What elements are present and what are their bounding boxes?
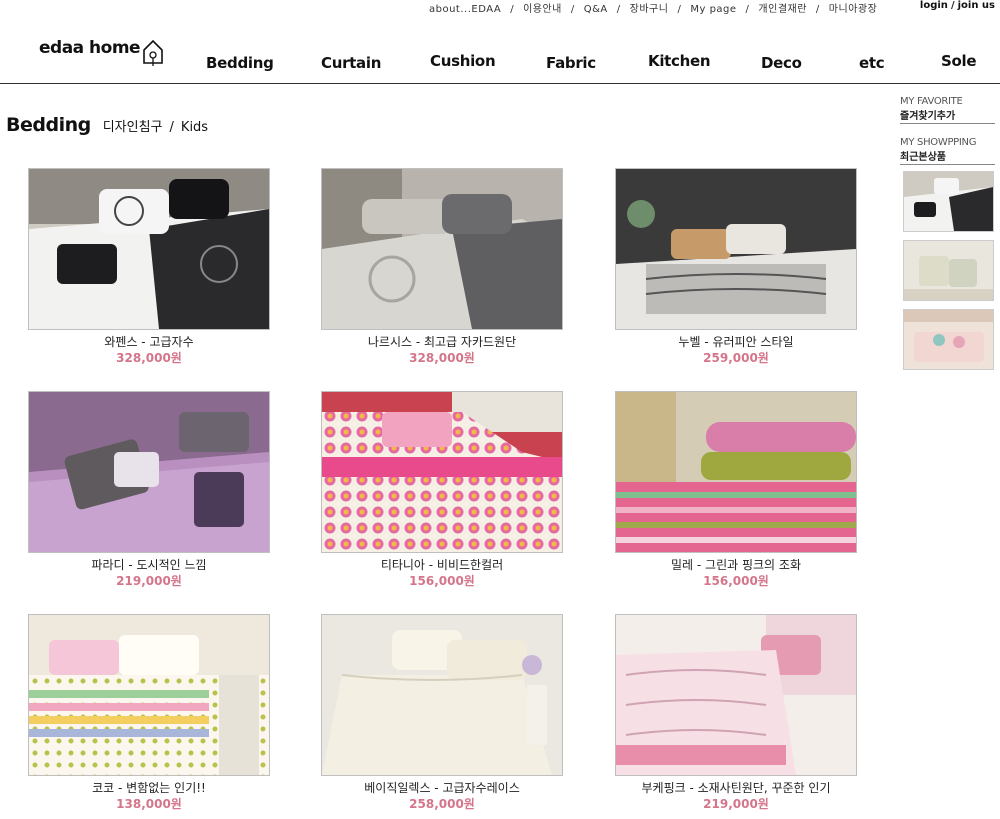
util-link-mypage[interactable]: My page: [690, 4, 736, 15]
product-name: 밀레 - 그린과 핑크의 조화: [671, 558, 801, 572]
join-link[interactable]: join us: [958, 0, 995, 11]
product-image[interactable]: [321, 168, 563, 330]
util-separator: /: [510, 4, 515, 15]
recent-viewed-title: 최근본상품: [900, 152, 946, 163]
product-name: 티타니아 - 비비드한컬러: [380, 558, 504, 572]
bedding-photo: [322, 615, 562, 775]
nav-kitchen[interactable]: Kitchen: [648, 52, 711, 70]
product-price: 259,000원: [703, 351, 769, 365]
product-card[interactable]: 티타니아 - 비비드한컬러 156,000원: [321, 391, 563, 589]
recent-item[interactable]: [903, 240, 994, 301]
recent-thumb: [904, 241, 993, 300]
product-price: 328,000원: [409, 351, 475, 365]
bedding-photo: [29, 615, 269, 775]
bedding-photo: [29, 169, 269, 329]
recent-divider: [900, 164, 995, 165]
bedding-photo: [616, 392, 856, 552]
nav-fabric[interactable]: Fabric: [546, 54, 596, 72]
product-price: 156,000원: [409, 574, 475, 588]
product-price: 328,000원: [116, 351, 182, 365]
bedding-photo: [29, 392, 269, 552]
utility-bar: about...EDAA / 이용안내 / Q&A / 장바구니 / My page / 개인결재란…: [429, 0, 878, 15]
breadcrumb-category[interactable]: 디자인침구: [103, 120, 163, 135]
breadcrumb: Bedding 디자인침구 / Kids: [6, 114, 208, 136]
product-image[interactable]: [28, 391, 270, 553]
login-link[interactable]: login: [920, 0, 948, 11]
product-image[interactable]: [28, 614, 270, 776]
product-card[interactable]: 파라디 - 도시적인 느낌 219,000원: [28, 391, 270, 589]
product-name: 와펜스 - 고급자수: [104, 335, 194, 349]
add-favorite-link[interactable]: 즐겨찾기추가: [900, 107, 995, 124]
recent-thumb: [904, 310, 993, 369]
product-price: 138,000원: [116, 797, 182, 811]
nav-divider: [0, 83, 1000, 84]
recent-item[interactable]: [903, 171, 994, 232]
product-image[interactable]: [615, 614, 857, 776]
page-title: Bedding: [6, 114, 91, 136]
auth-links: login / join us: [920, 0, 995, 11]
product-card[interactable]: 부케핑크 - 소재사틴원단, 꾸준한 인기 219,000원: [615, 614, 857, 812]
recent-thumb: [904, 172, 993, 231]
product-card[interactable]: 코코 - 변함없는 인기!! 138,000원: [28, 614, 270, 812]
product-name: 베이직일렉스 - 고급자수레이스: [364, 781, 520, 795]
favorite-label: MY FAVORITE: [900, 96, 963, 107]
util-separator: /: [677, 4, 682, 15]
shopping-label: MY SHOWPPING: [900, 137, 977, 148]
right-sidebar: MY FAVORITE 즐겨찾기추가 MY SHOWPPING 최근본상품: [900, 96, 995, 370]
product-card[interactable]: 베이직일렉스 - 고급자수레이스 258,000원: [321, 614, 563, 812]
product-card[interactable]: 누벨 - 유러피안 스타일 259,000원: [615, 168, 857, 366]
product-card[interactable]: 와펜스 - 고급자수 328,000원: [28, 168, 270, 366]
breadcrumb-subcategory[interactable]: Kids: [181, 120, 208, 135]
product-image[interactable]: [321, 614, 563, 776]
util-link-mania[interactable]: 마니아광장: [829, 4, 878, 15]
product-name: 나르시스 - 최고급 자카드원단: [367, 335, 517, 349]
util-separator: /: [815, 4, 820, 15]
product-name: 부케핑크 - 소재사틴원단, 꾸준한 인기: [641, 781, 831, 795]
util-separator: /: [570, 4, 575, 15]
product-image[interactable]: [321, 391, 563, 553]
product-price: 219,000원: [703, 797, 769, 811]
product-image[interactable]: [615, 168, 857, 330]
product-name: 파라디 - 도시적인 느낌: [91, 558, 207, 572]
nav-etc[interactable]: etc: [859, 54, 885, 72]
util-link-cart[interactable]: 장바구니: [630, 4, 669, 15]
breadcrumb-separator: /: [169, 120, 174, 135]
nav-cushion[interactable]: Cushion: [430, 52, 496, 70]
product-price: 156,000원: [703, 574, 769, 588]
util-link-qna[interactable]: Q&A: [584, 4, 608, 15]
product-card[interactable]: 밀레 - 그린과 핑크의 조화 156,000원: [615, 391, 857, 589]
util-separator: /: [745, 4, 750, 15]
auth-separator: /: [950, 0, 955, 11]
product-price: 258,000원: [409, 797, 475, 811]
util-separator: /: [616, 4, 621, 15]
bedding-photo: [322, 392, 562, 552]
util-link-guide[interactable]: 이용안내: [523, 4, 562, 15]
product-card[interactable]: 나르시스 - 최고급 자카드원단 328,000원: [321, 168, 563, 366]
recent-item[interactable]: [903, 309, 994, 370]
nav-bedding[interactable]: Bedding: [206, 54, 274, 72]
bedding-photo: [322, 169, 562, 329]
util-link-payment[interactable]: 개인결재란: [758, 4, 807, 15]
breadcrumb-path: 디자인침구 / Kids: [103, 116, 208, 135]
nav-deco[interactable]: Deco: [761, 54, 802, 72]
product-image[interactable]: [28, 168, 270, 330]
product-name: 코코 - 변함없는 인기!!: [92, 781, 206, 795]
bedding-photo: [616, 169, 856, 329]
bedding-photo: [616, 615, 856, 775]
util-link-about[interactable]: about...EDAA: [429, 4, 501, 15]
nav-sole[interactable]: Sole: [941, 52, 977, 70]
main-nav: Bedding Curtain Cushion Fabric Kitchen D…: [0, 52, 1000, 76]
nav-curtain[interactable]: Curtain: [321, 54, 381, 72]
product-image[interactable]: [615, 391, 857, 553]
product-name: 누벨 - 유러피안 스타일: [678, 335, 794, 349]
product-price: 219,000원: [116, 574, 182, 588]
